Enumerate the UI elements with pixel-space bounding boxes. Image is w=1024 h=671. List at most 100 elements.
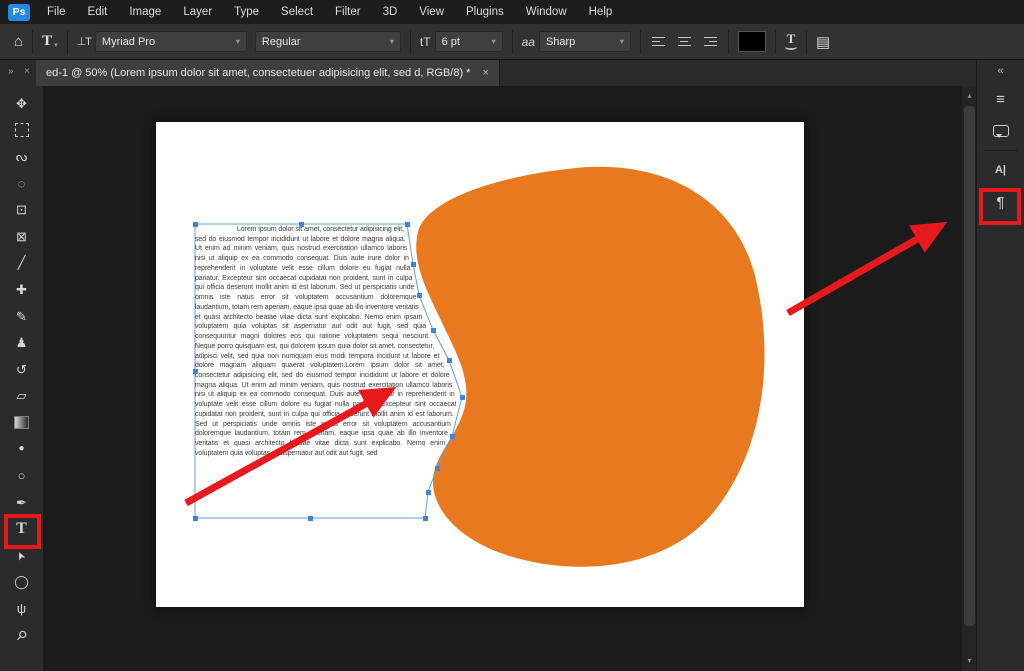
move-tool-icon: ✥ xyxy=(16,97,27,110)
divider xyxy=(67,30,68,54)
double-chevron-icon[interactable]: » xyxy=(8,66,14,77)
scroll-up-icon[interactable]: ▴ xyxy=(962,90,977,102)
selection-handle[interactable] xyxy=(435,466,440,471)
selection-handle[interactable] xyxy=(450,434,455,439)
divider xyxy=(32,30,33,54)
menu-window[interactable]: Window xyxy=(515,6,578,18)
menu-view[interactable]: View xyxy=(408,6,455,18)
character-panel-button[interactable]: A| xyxy=(985,155,1017,185)
type-tool[interactable]: T xyxy=(0,516,44,543)
vertical-scrollbar[interactable]: ▴ ▾ xyxy=(961,86,977,671)
gradient-tool-icon xyxy=(14,416,29,429)
frame-tool-icon: ⊠ xyxy=(16,230,27,243)
selection-handle[interactable] xyxy=(417,293,422,298)
dodge-tool[interactable]: ○ xyxy=(0,462,44,489)
menu-type[interactable]: Type xyxy=(223,6,270,18)
history-brush-tool[interactable]: ↺ xyxy=(0,356,44,383)
selection-handle[interactable] xyxy=(423,516,428,521)
ellipse-tool[interactable]: ◯ xyxy=(0,569,44,596)
divider xyxy=(983,150,1018,151)
move-tool[interactable]: ✥ xyxy=(0,90,44,117)
comment-bubble-icon xyxy=(993,125,1009,137)
anti-alias-select[interactable]: Sharp xyxy=(539,31,631,52)
toggle-panels-icon[interactable]: ▤ xyxy=(816,33,830,51)
pen-tool-icon: ✒ xyxy=(16,496,27,509)
selection-handle[interactable] xyxy=(308,516,313,521)
selection-handle[interactable] xyxy=(193,516,198,521)
menu-layer[interactable]: Layer xyxy=(172,6,223,18)
menu-help[interactable]: Help xyxy=(578,6,624,18)
orange-blob-shape[interactable] xyxy=(416,167,764,567)
path-selection-tool[interactable]: ➤ xyxy=(0,542,44,569)
font-family-select[interactable]: Myriad Pro xyxy=(95,31,247,52)
gradient-tool[interactable] xyxy=(0,409,44,436)
home-icon[interactable]: ⌂ xyxy=(14,33,23,50)
ellipse-tool-icon: ◯ xyxy=(14,575,29,588)
eraser-tool[interactable]: ▱ xyxy=(0,383,44,410)
selection-handle[interactable] xyxy=(447,358,452,363)
hand-tool[interactable]: ψ xyxy=(0,595,44,622)
warp-text-icon: T xyxy=(787,33,796,44)
selection-handle[interactable] xyxy=(431,328,436,333)
document-tab[interactable]: ed-1 @ 50% (Lorem ipsum dolor sit amet, … xyxy=(36,60,500,86)
selection-handle[interactable] xyxy=(193,222,198,227)
document-page[interactable]: Lorem ipsum dolor sit amet, consectetur … xyxy=(156,122,804,607)
menu-image[interactable]: Image xyxy=(118,6,172,18)
menu-plugins[interactable]: Plugins xyxy=(455,6,515,18)
font-size-icon: tT xyxy=(420,35,431,49)
selection-handle[interactable] xyxy=(299,222,304,227)
menu-file[interactable]: File xyxy=(36,6,77,18)
pen-tool[interactable]: ✒ xyxy=(0,489,44,516)
align-right-button[interactable] xyxy=(700,33,719,50)
paragraph-panel-button[interactable]: ¶ xyxy=(985,187,1017,217)
menu-select[interactable]: Select xyxy=(270,6,324,18)
font-style-select[interactable]: Regular xyxy=(255,31,401,52)
selection-handle[interactable] xyxy=(460,395,465,400)
path-selection-tool-icon: ➤ xyxy=(15,549,29,562)
comments-panel-button[interactable] xyxy=(985,116,1017,146)
document-tab-title: ed-1 @ 50% (Lorem ipsum dolor sit amet, … xyxy=(46,67,470,79)
selection-handle[interactable] xyxy=(193,369,198,374)
photoshop-logo-icon[interactable]: Ps xyxy=(8,4,30,21)
frame-tool[interactable]: ⊠ xyxy=(0,223,44,250)
close-icon[interactable]: × xyxy=(24,66,30,77)
eraser-tool-icon: ▱ xyxy=(17,389,27,402)
font-size-select[interactable]: 6 pt xyxy=(435,31,503,52)
menu-filter[interactable]: Filter xyxy=(324,6,372,18)
text-frame[interactable]: Lorem ipsum dolor sit amet, consectetur … xyxy=(195,225,463,517)
scrollbar-thumb[interactable] xyxy=(964,106,975,626)
warp-text-button[interactable]: T xyxy=(785,33,797,50)
rectangular-marquee-tool[interactable] xyxy=(0,117,44,144)
healing-brush-tool[interactable]: ✚ xyxy=(0,276,44,303)
toggle-text-orientation-icon[interactable]: ⊥T xyxy=(77,35,91,48)
clone-stamp-tool[interactable]: ♟ xyxy=(0,329,44,356)
zoom-tool[interactable]: ⚲ xyxy=(0,622,44,649)
selection-handle[interactable] xyxy=(405,222,410,227)
paragraph-panel-icon: ¶ xyxy=(996,194,1004,211)
expand-panels-icon[interactable]: « xyxy=(977,60,1024,82)
zoom-tool-icon: ⚲ xyxy=(14,627,30,643)
lasso-tool[interactable]: ᔓ xyxy=(0,143,44,170)
dodge-tool-icon: ○ xyxy=(18,469,26,482)
align-center-button[interactable] xyxy=(675,33,694,50)
menu-3d[interactable]: 3D xyxy=(372,6,409,18)
align-left-button[interactable] xyxy=(650,33,669,50)
properties-panel-button[interactable]: ≡ xyxy=(985,84,1017,114)
chevron-down-icon: ▾ xyxy=(54,41,58,49)
tab-close-icon[interactable]: × xyxy=(482,67,488,79)
menu-edit[interactable]: Edit xyxy=(77,6,119,18)
eyedropper-tool[interactable]: ╱ xyxy=(0,250,44,277)
tool-preset-picker[interactable]: T ▾ xyxy=(42,33,58,50)
anti-alias-value: Sharp xyxy=(546,36,575,48)
text-color-swatch[interactable] xyxy=(738,31,766,52)
quick-selection-tool[interactable]: ◌ xyxy=(0,170,44,197)
selection-handle[interactable] xyxy=(426,490,431,495)
crop-tool[interactable]: ⊡ xyxy=(0,196,44,223)
scroll-down-icon[interactable]: ▾ xyxy=(962,655,977,667)
canvas-area[interactable]: Lorem ipsum dolor sit amet, consectetur … xyxy=(44,86,962,671)
clone-stamp-tool-icon: ♟ xyxy=(16,336,28,349)
font-family-value: Myriad Pro xyxy=(102,36,155,48)
blur-tool[interactable]: ● xyxy=(0,436,44,463)
brush-tool[interactable]: ✎ xyxy=(0,303,44,330)
selection-handle[interactable] xyxy=(411,262,416,267)
